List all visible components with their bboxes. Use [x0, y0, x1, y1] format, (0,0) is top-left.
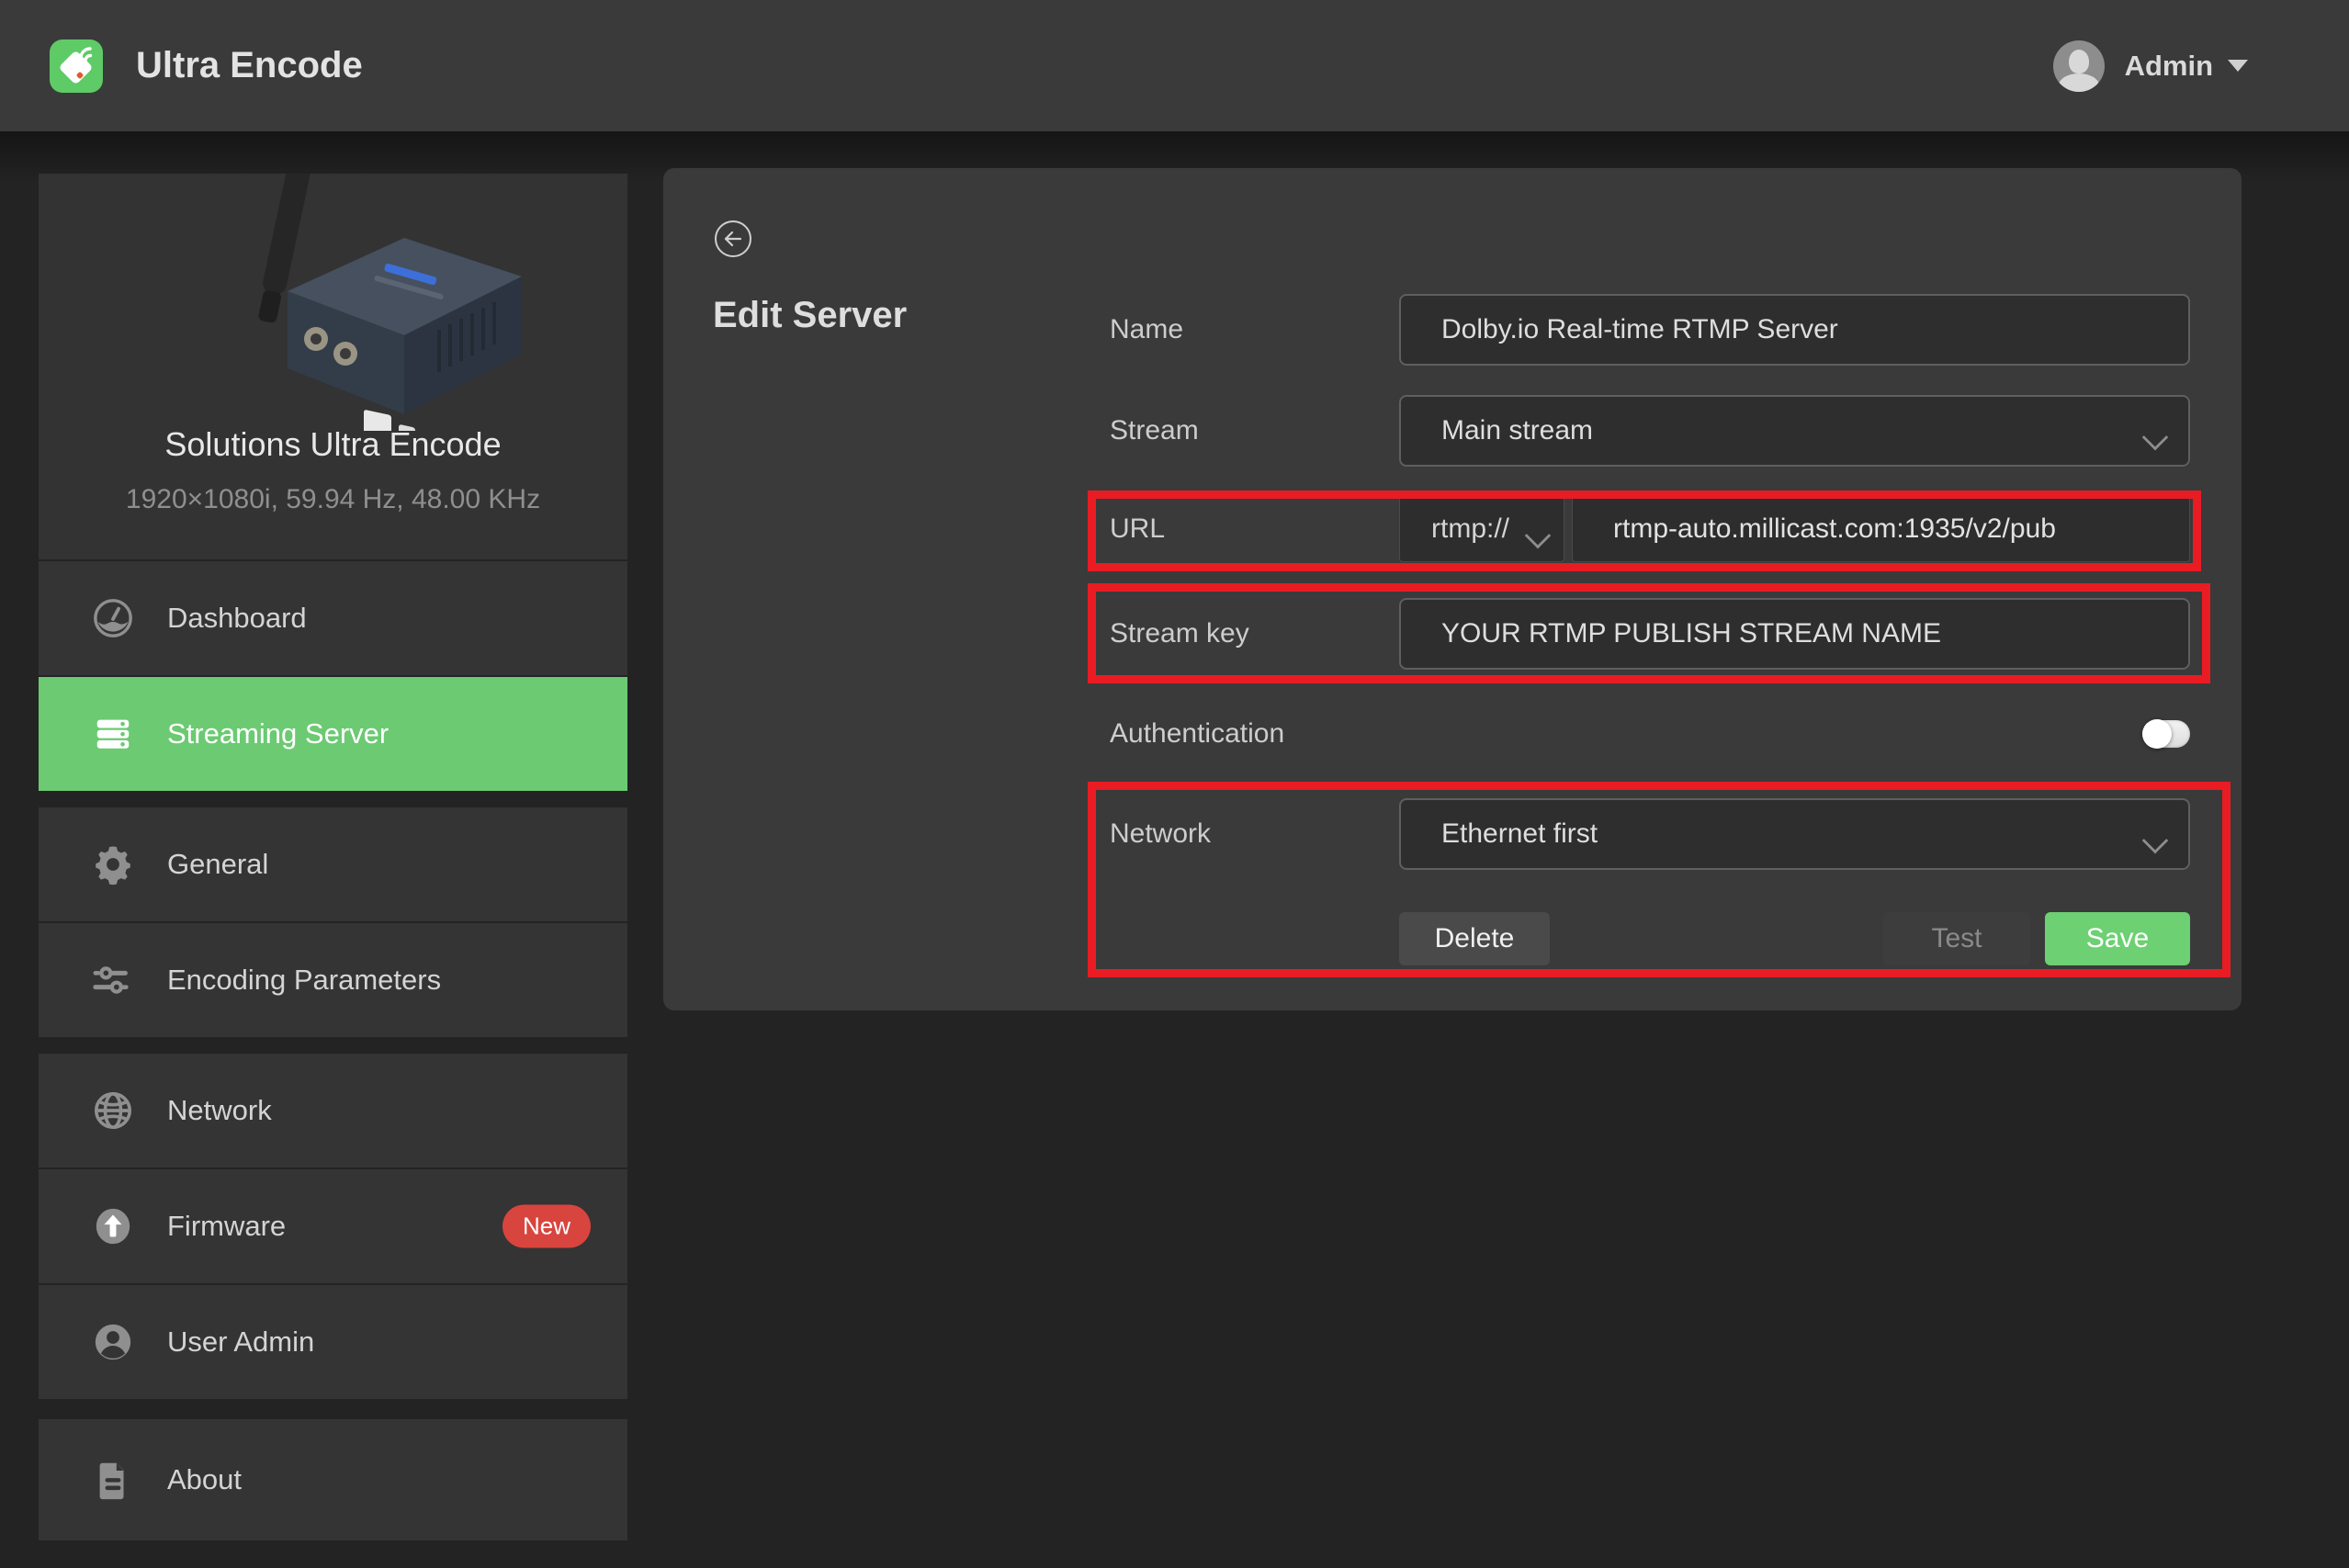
logo-wifi-icon [75, 43, 99, 67]
delete-button[interactable]: Delete [1399, 912, 1550, 965]
user-avatar[interactable] [2053, 40, 2105, 92]
authentication-row: Authentication [1110, 701, 2190, 767]
network-select[interactable]: Ethernet first [1399, 798, 2190, 870]
test-button[interactable]: Test [1883, 912, 2030, 965]
save-button[interactable]: Save [2045, 912, 2190, 965]
sidebar-item-dashboard[interactable]: Dashboard [39, 561, 627, 675]
app-title: Ultra Encode [136, 45, 363, 86]
stream-select[interactable]: Main stream [1399, 395, 2190, 467]
sliders-icon [92, 959, 134, 1001]
url-row: URL rtmp:// [1110, 496, 2190, 562]
sidebar-item-label: Encoding Parameters [167, 964, 441, 997]
sidebar-item-about[interactable]: About [39, 1419, 627, 1540]
network-label: Network [1110, 818, 1399, 850]
sidebar-item-streaming-server[interactable]: Streaming Server [39, 677, 627, 791]
stream-row: Stream Main stream [1110, 395, 2190, 467]
nav-group-1: Dashboard Streaming Server [39, 561, 627, 791]
globe-icon [92, 1089, 134, 1132]
user-icon [92, 1321, 134, 1363]
url-input[interactable] [1572, 496, 2190, 562]
stream-key-input[interactable] [1399, 598, 2190, 670]
authentication-toggle[interactable] [2142, 720, 2190, 748]
sidebar-item-label: Network [167, 1094, 272, 1127]
network-selected-value: Ethernet first [1441, 818, 1598, 850]
upload-icon [92, 1205, 134, 1247]
chevron-down-icon[interactable] [2228, 60, 2248, 72]
url-label: URL [1110, 513, 1399, 545]
arrow-left-icon [723, 229, 743, 249]
authentication-label: Authentication [1110, 718, 1399, 750]
sidebar-item-label: Streaming Server [167, 717, 389, 750]
device-name: Solutions Ultra Encode [39, 425, 627, 464]
device-card: Solutions Ultra Encode 1920×1080i, 59.94… [39, 174, 627, 559]
sidebar-item-label: Firmware [167, 1210, 286, 1243]
stream-label: Stream [1110, 415, 1399, 446]
nav-group-4: About [39, 1419, 627, 1540]
sidebar-item-general[interactable]: General [39, 807, 627, 921]
gauge-icon [92, 597, 134, 639]
chevron-down-icon [1525, 515, 1547, 537]
page-title: Edit Server [713, 295, 907, 336]
name-input[interactable] [1399, 294, 2190, 366]
network-row: Network Ethernet first [1110, 798, 2190, 870]
edit-server-panel: Edit Server Name Stream Main stream URL … [663, 168, 2242, 1010]
nav-group-2: General Encoding Parameters [39, 807, 627, 1037]
app-logo-icon [50, 39, 103, 93]
stream-key-label: Stream key [1110, 618, 1399, 649]
sidebar-item-label: Dashboard [167, 602, 307, 635]
sidebar-item-network[interactable]: Network [39, 1054, 627, 1168]
user-menu[interactable]: Admin [2125, 50, 2213, 83]
topbar: Ultra Encode Admin [0, 0, 2349, 131]
toggle-knob [2142, 719, 2172, 749]
sidebar-item-label: General [167, 848, 268, 881]
sidebar-item-encoding-parameters[interactable]: Encoding Parameters [39, 923, 627, 1037]
sidebar: Solutions Ultra Encode 1920×1080i, 59.94… [39, 168, 627, 1557]
sidebar-item-label: User Admin [167, 1325, 314, 1359]
sidebar-item-user-admin[interactable]: User Admin [39, 1285, 627, 1399]
action-buttons-row: Delete Test Save [1399, 912, 2190, 965]
back-button[interactable] [715, 220, 751, 257]
url-protocol-value: rtmp:// [1431, 513, 1509, 545]
url-protocol-select[interactable]: rtmp:// [1399, 496, 1564, 562]
device-signal-info: 1920×1080i, 59.94 Hz, 48.00 KHz [39, 484, 627, 515]
sidebar-item-firmware[interactable]: Firmware New [39, 1169, 627, 1283]
name-row: Name [1110, 294, 2190, 366]
sidebar-item-label: About [167, 1463, 242, 1496]
server-icon [92, 713, 134, 755]
new-badge: New [503, 1205, 591, 1248]
stream-key-row: Stream key [1110, 598, 2190, 670]
stream-selected-value: Main stream [1441, 415, 1593, 446]
name-label: Name [1110, 314, 1399, 345]
avatar-person-icon [2069, 50, 2089, 73]
nav-group-3: Network Firmware New User Admin [39, 1054, 627, 1399]
device-image [136, 174, 531, 431]
document-icon [92, 1459, 134, 1501]
gear-icon [92, 843, 134, 886]
